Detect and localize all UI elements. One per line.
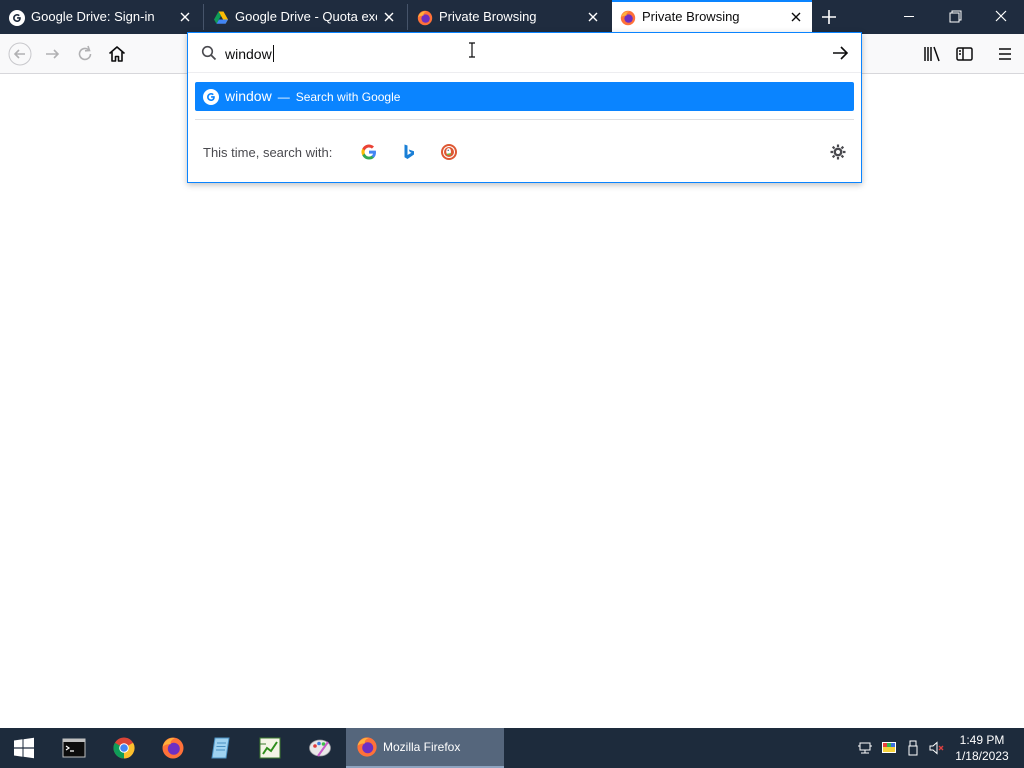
close-tab-icon[interactable] (585, 9, 601, 25)
usb-device-icon[interactable] (905, 740, 921, 756)
suggestion-action: Search with Google (295, 90, 401, 104)
system-clock[interactable]: 1:49 PM 1/18/2023 (948, 732, 1016, 764)
reload-icon[interactable] (73, 42, 97, 66)
home-icon[interactable] (105, 42, 129, 66)
clock-date: 1/18/2023 (955, 749, 1009, 763)
forward-arrow-icon[interactable] (41, 42, 65, 66)
url-input-value[interactable]: window (225, 45, 274, 63)
windows-taskbar: Mozilla Firefox 1:49 PM 1/18/2023 (0, 728, 1024, 768)
google-icon[interactable] (360, 143, 378, 161)
google-icon (203, 89, 219, 105)
go-arrow-icon[interactable] (831, 45, 849, 61)
taskbar-task-label: Mozilla Firefox (383, 740, 461, 754)
search-icon (201, 45, 217, 61)
suggestion-text: window — Search with Google (225, 88, 400, 106)
paint-icon[interactable] (308, 736, 332, 760)
close-tab-icon[interactable] (788, 9, 804, 25)
notepad-icon[interactable] (209, 736, 233, 760)
chrome-icon[interactable] (112, 736, 136, 760)
one-off-label: This time, search with: (203, 145, 333, 160)
suggestion-term: window (225, 88, 272, 104)
close-tab-icon[interactable] (177, 9, 193, 25)
search-suggestion-row[interactable]: window — Search with Google (195, 82, 854, 111)
command-prompt-icon[interactable] (62, 736, 86, 760)
display-settings-icon[interactable] (881, 740, 897, 756)
tab-google-drive-quota[interactable]: Google Drive - Quota exce (204, 0, 407, 34)
urlbar-popup: window window — Search with Google This ti… (187, 32, 862, 183)
firefox-icon (620, 10, 636, 26)
spreadsheet-editor-icon[interactable] (258, 736, 282, 760)
taskbar-firefox-task[interactable]: Mozilla Firefox (346, 728, 504, 768)
hamburger-menu-icon[interactable] (993, 42, 1017, 66)
google-icon (9, 10, 25, 26)
clock-time: 1:49 PM (959, 733, 1005, 747)
tab-strip: Google Drive: Sign-in Google Drive - Quo… (0, 0, 1024, 34)
one-off-search-bar: This time, search with: (188, 121, 861, 183)
url-input[interactable]: window (188, 33, 861, 73)
firefox-icon (417, 10, 433, 26)
close-tab-icon[interactable] (381, 9, 397, 25)
firefox-icon (357, 737, 377, 757)
popup-divider (195, 119, 854, 120)
minimize-window-icon[interactable] (886, 0, 932, 34)
bing-icon[interactable] (400, 143, 418, 161)
text-caret (272, 45, 274, 62)
tab-google-drive-signin[interactable]: Google Drive: Sign-in (0, 0, 203, 34)
library-icon[interactable] (920, 42, 944, 66)
tab-title: Google Drive: Sign-in (31, 9, 155, 24)
text-cursor-icon (469, 42, 475, 58)
new-tab-plus-icon[interactable] (819, 7, 839, 27)
windows-start-icon[interactable] (12, 736, 36, 760)
back-arrow-icon[interactable] (8, 42, 32, 66)
sidebar-toggle-icon[interactable] (952, 42, 976, 66)
firefox-icon[interactable] (161, 736, 185, 760)
volume-muted-icon[interactable] (928, 740, 944, 756)
tab-private-browsing[interactable]: Private Browsing (408, 0, 611, 34)
close-window-icon[interactable] (978, 0, 1024, 34)
duckduckgo-icon[interactable] (440, 143, 458, 161)
google-drive-icon (214, 11, 228, 24)
network-icon[interactable] (857, 740, 873, 756)
url-input-text: window (225, 46, 272, 62)
restore-window-icon[interactable] (932, 0, 978, 34)
gear-icon[interactable] (829, 143, 847, 161)
tab-title: Private Browsing (439, 9, 537, 24)
suggestion-separator: — (277, 90, 290, 104)
tab-title: Private Browsing (642, 9, 740, 24)
tab-title: Google Drive - Quota exce (235, 9, 377, 24)
tab-private-browsing-active[interactable]: Private Browsing (612, 0, 812, 34)
